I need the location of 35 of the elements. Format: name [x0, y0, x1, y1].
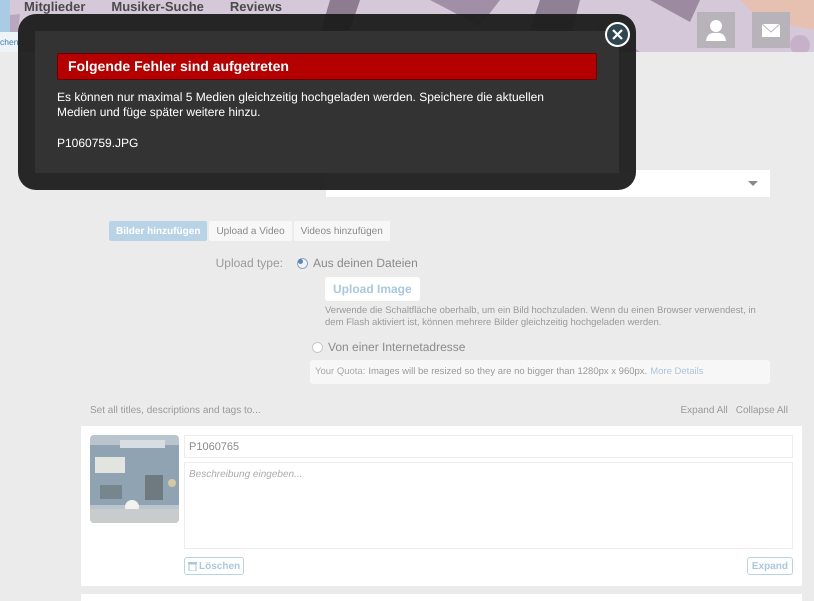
more-details-link[interactable]: More Details [650, 364, 704, 380]
title-field[interactable]: P1060765 [184, 435, 793, 458]
help-text: Verwende die Schaltfläche oberhalb, um ein Bild hochzuladen. Wenn du einen Browser verwendest, in dem Flash aktiviert ist, können mehrere Bilder gleichzeitig hochgeladen werden. [325, 305, 757, 329]
upload-image-button[interactable]: Upload Image [325, 277, 420, 301]
description-field[interactable]: Beschreibung eingeben... [184, 462, 793, 549]
collapse-all-link[interactable]: Collapse All [736, 403, 788, 418]
expand-all-link[interactable]: Expand All [680, 403, 728, 418]
nav-link[interactable]: Musiker-Suche [111, 0, 204, 14]
option-label: Aus deinen Dateien [313, 255, 418, 272]
close-button[interactable] [605, 22, 630, 47]
nav-link[interactable]: Reviews [230, 0, 282, 14]
option-label: Von einer Internetadresse [328, 339, 466, 356]
nav-tab-edge [0, 0, 10, 32]
batch-edit-link[interactable]: Set all titles, descriptions and tags to... [90, 403, 261, 418]
nav-link[interactable]: Mitglieder [24, 0, 86, 14]
field-label: Upload type: [214, 255, 284, 272]
tab[interactable]: Upload a Video [209, 221, 292, 241]
messages-button[interactable] [752, 12, 790, 48]
radio-button[interactable] [312, 342, 323, 352]
expand-button[interactable]: Expand [746, 557, 793, 575]
tab[interactable]: Videos hinzufügen [294, 221, 390, 241]
error-message: Es können nur maximal 5 Medien gleichzeitig hochgeladen werden. Speichere die aktuellen Medien und füge später weitere hinzu. [57, 90, 545, 120]
tab[interactable]: Bilder hinzufügen [109, 221, 208, 241]
delete-button[interactable]: Löschen [184, 557, 244, 575]
trash-icon [188, 561, 197, 571]
caret-icon [748, 181, 758, 186]
person-icon [706, 19, 726, 41]
radio-button[interactable] [297, 258, 308, 268]
file-name: P1060759.JPG [57, 135, 140, 152]
profile-button[interactable] [697, 12, 735, 48]
close-icon [612, 29, 623, 40]
quota-label: Your Quota: [315, 364, 366, 379]
envelope-icon [762, 24, 780, 36]
quota-text: Images will be resized so they are no bigger than 1280px x 960px. [368, 364, 648, 379]
error-title: Folgende Fehler sind aufgetreten [57, 53, 597, 80]
